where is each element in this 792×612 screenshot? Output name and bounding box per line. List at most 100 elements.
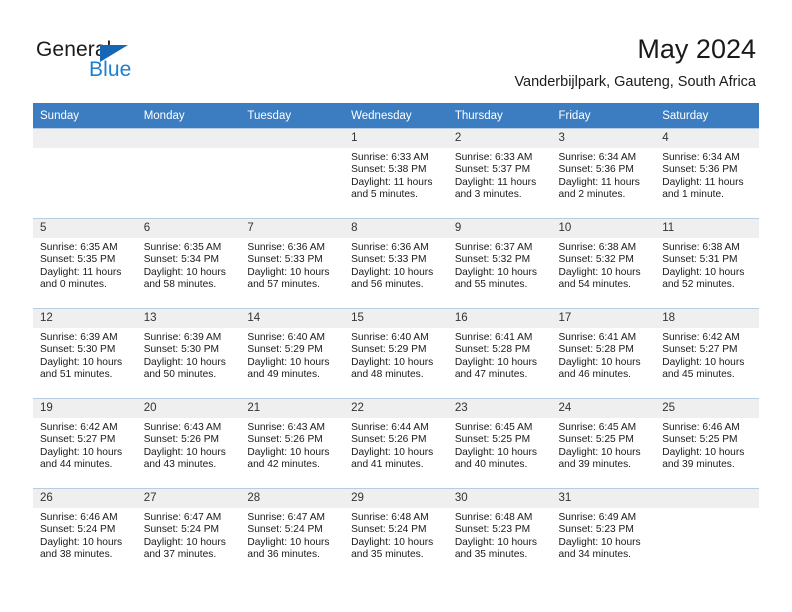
calendar-day-cell[interactable]: 8 Sunrise: 6:36 AM Sunset: 5:33 PM Daylight… xyxy=(344,218,448,308)
calendar-day-cell[interactable]: 9 Sunrise: 6:37 AM Sunset: 5:32 PM Daylight… xyxy=(447,218,552,308)
day-cell-inner: 5 Sunrise: 6:35 AM Sunset: 5:35 PM Daylight… xyxy=(33,218,137,308)
day-cell-inner: 13 Sunrise: 6:39 AM Sunset: 5:30 PM Dayligh… xyxy=(136,308,241,398)
calendar-day-cell[interactable]: 29 Sunrise: 6:48 AM Sunset: 5:24 PM Dayligh… xyxy=(344,488,448,578)
sunset-time: Sunset: 5:31 PM xyxy=(662,254,738,266)
daylight-duration-line1: Daylight: 11 hours xyxy=(662,176,744,188)
calendar-day-cell[interactable]: 24 Sunrise: 6:45 AM Sunset: 5:25 PM Dayligh… xyxy=(551,398,656,488)
calendar-day-cell[interactable]: 30 Sunrise: 6:48 AM Sunset: 5:23 PM Dayligh… xyxy=(447,488,552,578)
day-details: Sunrise: 6:47 AM Sunset: 5:24 PM Daylight:… xyxy=(240,508,344,562)
day-number: 13 xyxy=(136,309,241,328)
day-cell-inner: 3 Sunrise: 6:34 AM Sunset: 5:36 PM Daylight… xyxy=(551,128,656,218)
sunset-time: Sunset: 5:36 PM xyxy=(558,164,634,176)
day-cell-inner: 18 Sunrise: 6:42 AM Sunset: 5:27 PM Dayligh… xyxy=(655,308,759,398)
calendar-day-cell[interactable]: 20 Sunrise: 6:43 AM Sunset: 5:26 PM Dayligh… xyxy=(136,398,241,488)
calendar-day-cell[interactable]: 7 Sunrise: 6:36 AM Sunset: 5:33 PM Daylight… xyxy=(240,218,345,308)
day-details: Sunrise: 6:49 AM Sunset: 5:23 PM Daylight:… xyxy=(552,508,656,562)
day-cell-inner: 30 Sunrise: 6:48 AM Sunset: 5:23 PM Dayligh… xyxy=(447,488,552,578)
sunrise-time: Sunrise: 6:40 AM xyxy=(247,332,325,343)
day-details: Sunrise: 6:43 AM Sunset: 5:26 PM Daylight:… xyxy=(137,418,241,472)
sunrise-time: Sunrise: 6:38 AM xyxy=(558,242,637,253)
calendar-day-cell[interactable]: 1 Sunrise: 6:33 AM Sunset: 5:38 PM Daylight… xyxy=(344,128,448,218)
calendar-day-cell[interactable]: 27 Sunrise: 6:47 AM Sunset: 5:24 PM Dayligh… xyxy=(136,488,241,578)
day-details: Sunrise: 6:46 AM Sunset: 5:24 PM Daylight:… xyxy=(33,508,137,562)
sunrise-time: Sunrise: 6:33 AM xyxy=(351,152,429,163)
day-number: 20 xyxy=(136,399,241,418)
calendar-day-cell[interactable]: 19 Sunrise: 6:42 AM Sunset: 5:27 PM Dayligh… xyxy=(33,398,137,488)
day-cell-inner: 2 Sunrise: 6:33 AM Sunset: 5:37 PM Daylight… xyxy=(447,128,552,218)
day-cell-inner: 11 Sunrise: 6:38 AM Sunset: 5:31 PM Dayligh… xyxy=(655,218,759,308)
calendar-day-cell[interactable]: 14 Sunrise: 6:40 AM Sunset: 5:29 PM Dayligh… xyxy=(240,308,345,398)
calendar-day-cell[interactable]: 3 Sunrise: 6:34 AM Sunset: 5:36 PM Daylight… xyxy=(551,128,656,218)
daylight-duration-line2: and 42 minutes. xyxy=(247,459,320,471)
calendar-day-cell[interactable]: 25 Sunrise: 6:46 AM Sunset: 5:25 PM Dayligh… xyxy=(655,398,759,488)
day-details: Sunrise: 6:40 AM Sunset: 5:29 PM Daylight:… xyxy=(344,328,448,382)
sunset-time: Sunset: 5:24 PM xyxy=(351,524,427,536)
day-cell-inner: 10 Sunrise: 6:38 AM Sunset: 5:32 PM Dayligh… xyxy=(551,218,656,308)
day-details: Sunrise: 6:42 AM Sunset: 5:27 PM Daylight:… xyxy=(33,418,137,472)
day-details: Sunrise: 6:37 AM Sunset: 5:32 PM Daylight:… xyxy=(448,238,552,292)
sunrise-time: Sunrise: 6:42 AM xyxy=(662,332,740,343)
calendar-day-cell[interactable]: 4 Sunrise: 6:34 AM Sunset: 5:36 PM Daylight… xyxy=(655,128,759,218)
day-number: 15 xyxy=(344,309,448,328)
daylight-duration-line1: Daylight: 10 hours xyxy=(247,266,330,278)
calendar-day-cell[interactable]: 17 Sunrise: 6:41 AM Sunset: 5:28 PM Dayligh… xyxy=(551,308,656,398)
day-number xyxy=(655,489,759,508)
sunrise-time: Sunrise: 6:41 AM xyxy=(454,332,533,343)
daylight-duration-line1: Daylight: 10 hours xyxy=(247,536,330,548)
day-cell-inner: 9 Sunrise: 6:37 AM Sunset: 5:32 PM Daylight… xyxy=(447,218,552,308)
day-cell-inner: 21 Sunrise: 6:43 AM Sunset: 5:26 PM Dayligh… xyxy=(240,398,345,488)
day-number: 16 xyxy=(447,309,552,328)
brand-logo[interactable]: General Blue xyxy=(36,38,236,88)
sunset-time: Sunset: 5:36 PM xyxy=(662,164,738,176)
calendar-day-cell[interactable]: 23 Sunrise: 6:45 AM Sunset: 5:25 PM Dayligh… xyxy=(447,398,552,488)
day-cell-inner: 17 Sunrise: 6:41 AM Sunset: 5:28 PM Dayligh… xyxy=(551,308,656,398)
daylight-duration-line1: Daylight: 10 hours xyxy=(662,446,745,458)
sunset-time: Sunset: 5:26 PM xyxy=(143,434,220,446)
calendar-day-cell[interactable]: 11 Sunrise: 6:38 AM Sunset: 5:31 PM Dayligh… xyxy=(655,218,759,308)
sunset-time: Sunset: 5:32 PM xyxy=(558,254,634,266)
day-details: Sunrise: 6:44 AM Sunset: 5:26 PM Daylight:… xyxy=(344,418,448,472)
sunset-time: Sunset: 5:37 PM xyxy=(454,164,531,176)
daylight-duration-line1: Daylight: 10 hours xyxy=(247,356,330,368)
calendar-day-cell[interactable]: 6 Sunrise: 6:35 AM Sunset: 5:34 PM Daylight… xyxy=(136,218,241,308)
calendar-day-cell[interactable]: 15 Sunrise: 6:40 AM Sunset: 5:29 PM Dayligh… xyxy=(344,308,448,398)
calendar-day-cell[interactable]: 22 Sunrise: 6:44 AM Sunset: 5:26 PM Dayligh… xyxy=(344,398,448,488)
daylight-duration-line1: Daylight: 10 hours xyxy=(351,446,434,458)
sunset-time: Sunset: 5:23 PM xyxy=(454,524,531,536)
day-number: 10 xyxy=(551,219,656,238)
calendar-day-cell[interactable]: 18 Sunrise: 6:42 AM Sunset: 5:27 PM Dayligh… xyxy=(655,308,759,398)
calendar-day-cell[interactable]: 28 Sunrise: 6:47 AM Sunset: 5:24 PM Dayligh… xyxy=(240,488,345,578)
daylight-duration-line2: and 56 minutes. xyxy=(351,279,424,291)
day-cell-inner: 6 Sunrise: 6:35 AM Sunset: 5:34 PM Daylight… xyxy=(136,218,241,308)
calendar-week-row: 1 Sunrise: 6:33 AM Sunset: 5:38 PM Daylight… xyxy=(33,128,759,218)
calendar-day-cell[interactable]: 26 Sunrise: 6:46 AM Sunset: 5:24 PM Dayligh… xyxy=(33,488,137,578)
calendar-day-cell[interactable]: 12 Sunrise: 6:39 AM Sunset: 5:30 PM Dayligh… xyxy=(33,308,137,398)
day-details: Sunrise: 6:35 AM Sunset: 5:34 PM Daylight:… xyxy=(137,238,241,292)
day-number: 2 xyxy=(447,129,552,148)
sunrise-time: Sunrise: 6:43 AM xyxy=(143,422,222,433)
sunrise-time: Sunrise: 6:39 AM xyxy=(40,332,118,343)
calendar-day-cell[interactable]: 10 Sunrise: 6:38 AM Sunset: 5:32 PM Dayligh… xyxy=(551,218,656,308)
daylight-duration-line2: and 41 minutes. xyxy=(351,459,424,471)
calendar-day-cell[interactable]: 5 Sunrise: 6:35 AM Sunset: 5:35 PM Daylight… xyxy=(33,218,137,308)
weekday-header-wednesday: Wednesday xyxy=(344,103,448,128)
daylight-duration-line1: Daylight: 11 hours xyxy=(351,176,433,188)
daylight-duration-line2: and 37 minutes. xyxy=(143,549,217,561)
sunrise-time: Sunrise: 6:38 AM xyxy=(662,242,740,253)
day-cell-inner: 16 Sunrise: 6:41 AM Sunset: 5:28 PM Dayligh… xyxy=(447,308,552,398)
day-number: 1 xyxy=(344,129,448,148)
calendar-day-cell[interactable]: 16 Sunrise: 6:41 AM Sunset: 5:28 PM Dayligh… xyxy=(447,308,552,398)
day-number: 12 xyxy=(33,309,137,328)
daylight-duration-line1: Daylight: 10 hours xyxy=(143,446,226,458)
daylight-duration-line1: Daylight: 10 hours xyxy=(662,266,745,278)
calendar-day-cell[interactable]: 2 Sunrise: 6:33 AM Sunset: 5:37 PM Daylight… xyxy=(447,128,552,218)
daylight-duration-line2: and 38 minutes. xyxy=(40,549,113,561)
calendar-day-cell[interactable]: 13 Sunrise: 6:39 AM Sunset: 5:30 PM Dayligh… xyxy=(136,308,241,398)
day-number: 6 xyxy=(136,219,241,238)
calendar-cell-empty xyxy=(136,128,241,218)
sunrise-time: Sunrise: 6:46 AM xyxy=(40,512,118,523)
calendar-day-cell[interactable]: 21 Sunrise: 6:43 AM Sunset: 5:26 PM Dayligh… xyxy=(240,398,345,488)
day-cell-inner: 14 Sunrise: 6:40 AM Sunset: 5:29 PM Dayligh… xyxy=(240,308,345,398)
sunrise-time: Sunrise: 6:48 AM xyxy=(454,512,533,523)
calendar-day-cell[interactable]: 31 Sunrise: 6:49 AM Sunset: 5:23 PM Dayligh… xyxy=(551,488,656,578)
